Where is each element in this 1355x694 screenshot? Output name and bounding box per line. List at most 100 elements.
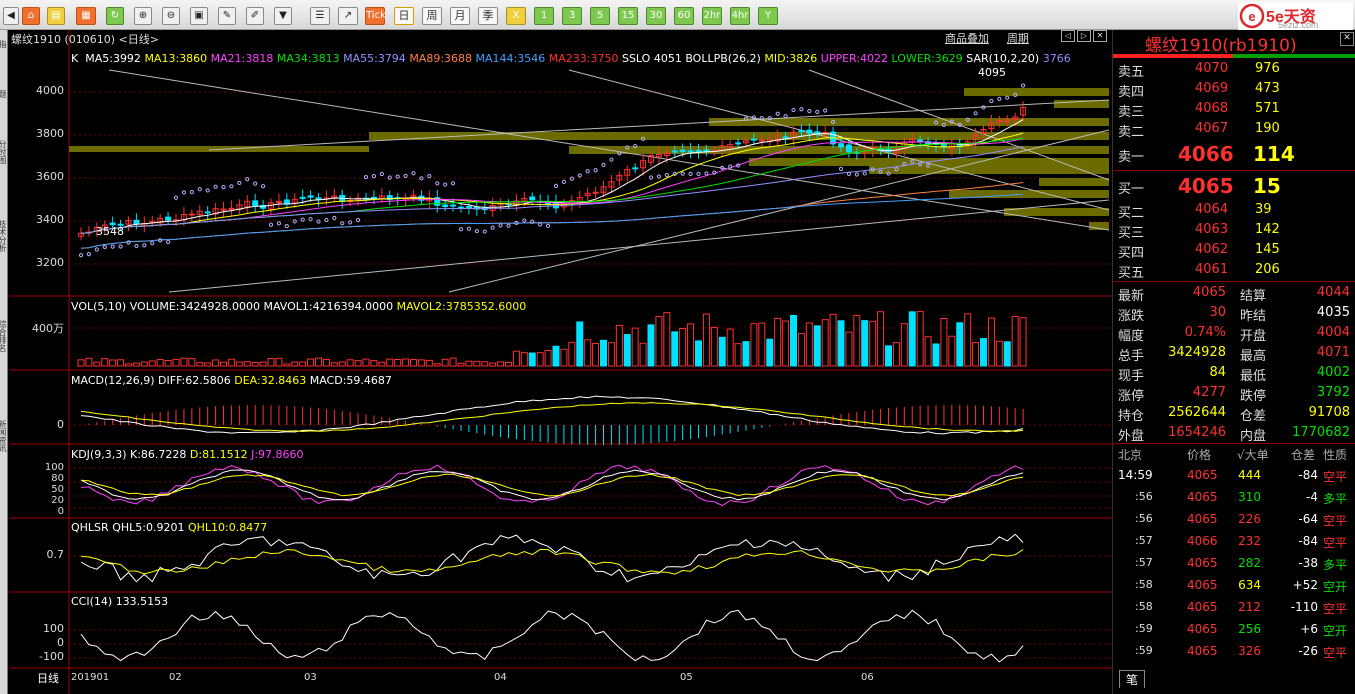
volume-bar <box>829 313 837 367</box>
sar-dot <box>648 175 654 180</box>
volume-bar <box>679 327 687 367</box>
candle-body <box>133 219 140 225</box>
nav-left-icon[interactable]: ◁ <box>1061 30 1075 42</box>
news-icon[interactable]: ▤ <box>47 7 65 25</box>
period-link[interactable]: 周期 <box>1007 32 1029 45</box>
ask-row[interactable]: 卖三 4068 571 <box>1113 99 1355 120</box>
ask-row[interactable]: 卖一 4066 114 <box>1113 142 1355 166</box>
period-5-button[interactable]: 5 <box>590 7 610 25</box>
sidebar-tab-news[interactable]: 新闻资讯 <box>0 420 8 510</box>
sar-dot <box>989 98 994 104</box>
volume-bar <box>766 338 774 367</box>
volume-bar <box>489 362 497 367</box>
sar-dot <box>688 171 693 176</box>
nav-right-icon[interactable]: ▷ <box>1077 30 1091 42</box>
volume-bar <box>227 358 235 367</box>
filter-icon[interactable]: ▼ <box>274 7 292 25</box>
sidebar-tab-ranking[interactable]: 综合排名 <box>0 320 8 410</box>
f10-icon[interactable]: ▦ <box>76 7 96 25</box>
nav-close-icon[interactable]: ✕ <box>1093 30 1107 42</box>
ask-row[interactable]: 卖四 4069 473 <box>1113 79 1355 100</box>
chart-canvas[interactable] <box>9 30 1112 694</box>
volume-bar <box>338 361 346 367</box>
sidebar-tab-timechart[interactable]: 分时图 <box>0 140 8 210</box>
ask-row[interactable]: 卖五 4070 976 <box>1113 59 1355 80</box>
ask-row[interactable]: 卖二 4067 190 <box>1113 119 1355 140</box>
sar-dot <box>332 215 337 221</box>
bid-row[interactable]: 买三 4063 142 <box>1113 220 1355 241</box>
period-1-button[interactable]: 1 <box>534 7 554 25</box>
table-icon[interactable]: ☰ <box>310 7 330 25</box>
sar-dot <box>712 170 717 175</box>
candle-body <box>465 206 472 209</box>
chart-nav-buttons: ◁ ▷ ✕ <box>1061 30 1109 43</box>
stat-label: 最新 <box>1118 289 1145 304</box>
tick-volume: 634 <box>1238 578 1261 592</box>
boll-mid-label: MID:3826 <box>764 52 818 65</box>
period-3-button[interactable]: 3 <box>562 7 582 25</box>
overlay-commodity-link[interactable]: 商品叠加 <box>945 32 989 45</box>
stat-value: 1654246 <box>1168 425 1226 440</box>
volume-bar <box>77 359 85 367</box>
zoom-out-icon[interactable]: ⊖ <box>162 7 180 25</box>
home-icon[interactable]: ⌂ <box>22 7 40 25</box>
window-icon[interactable]: ▣ <box>190 7 208 25</box>
sidebar-tab-analysis[interactable]: 技术分析 <box>0 220 8 310</box>
candle-body <box>370 196 377 199</box>
sar-dot <box>443 182 448 187</box>
draw-icon[interactable]: ✎ <box>218 7 236 25</box>
volume-bar <box>140 361 148 367</box>
ma89-label: MA89:3688 <box>409 52 473 65</box>
bid-row[interactable]: 买二 4064 39 <box>1113 200 1355 221</box>
period-week-button[interactable]: 周 <box>422 7 442 25</box>
period-y-button[interactable]: Y <box>758 7 778 25</box>
kline-chart-area[interactable]: 螺纹1910 (010610) <日线> 商品叠加 周期 ◁ ▷ ✕ K MA5… <box>9 30 1112 694</box>
period-x-button[interactable]: X <box>506 7 526 25</box>
bid-row[interactable]: 买一 4065 15 <box>1113 174 1355 198</box>
ticks-tab[interactable]: 笔 <box>1119 670 1145 688</box>
level-volume: 571 <box>1255 101 1280 116</box>
bid-row[interactable]: 买四 4062 145 <box>1113 240 1355 261</box>
period-4hr-button[interactable]: 4hr <box>730 7 750 25</box>
macd-axis-label: 0 <box>57 418 64 431</box>
tick-time: :58 <box>1135 600 1153 613</box>
volume-bar <box>623 334 631 367</box>
candle-body <box>838 143 844 148</box>
tick-button[interactable]: Tick <box>365 7 386 25</box>
moving-average-line <box>80 182 1024 249</box>
bid-row[interactable]: 买五 4061 206 <box>1113 260 1355 281</box>
tick-row: :57 4066 232 -84 空平 <box>1113 534 1355 556</box>
period-month-button[interactable]: 月 <box>450 7 470 25</box>
candle-body <box>299 196 306 199</box>
candle-body <box>798 130 805 133</box>
volume-bar <box>631 327 639 367</box>
period-day-button[interactable]: 日 <box>394 7 414 25</box>
period-season-button[interactable]: 季 <box>478 7 498 25</box>
ma144-label: MA144:3546 <box>475 52 546 65</box>
volume-bar <box>196 362 204 367</box>
close-icon[interactable]: ✕ <box>1340 32 1354 46</box>
sar-dot <box>363 175 369 180</box>
back-icon[interactable]: ◀ <box>3 7 19 25</box>
tick-price: 4065 <box>1187 600 1218 614</box>
period-60-button[interactable]: 60 <box>674 7 694 25</box>
candle-body <box>845 144 852 153</box>
sar-dot <box>102 244 107 250</box>
sar-dot <box>498 223 503 228</box>
volume-bar <box>718 336 726 367</box>
sidebar-tab-2[interactable]: 题 <box>0 90 8 130</box>
period-15-button[interactable]: 15 <box>618 7 638 25</box>
volume-bar <box>132 362 140 367</box>
period-30-button[interactable]: 30 <box>646 7 666 25</box>
tick-row: :56 4065 226 -64 空平 <box>1113 512 1355 534</box>
sidebar-tab-1[interactable]: 指 <box>0 40 8 80</box>
macd-value: MACD:59.4687 <box>309 374 392 387</box>
refresh-icon[interactable]: ↻ <box>106 7 124 25</box>
brush-icon[interactable]: ✐ <box>246 7 264 25</box>
tick-time: :56 <box>1135 512 1153 525</box>
period-2hr-button[interactable]: 2hr <box>702 7 722 25</box>
sar-dot <box>680 171 685 176</box>
sar-dot <box>308 217 313 222</box>
line-chart-icon[interactable]: ↗ <box>338 7 358 25</box>
zoom-in-icon[interactable]: ⊕ <box>134 7 152 25</box>
